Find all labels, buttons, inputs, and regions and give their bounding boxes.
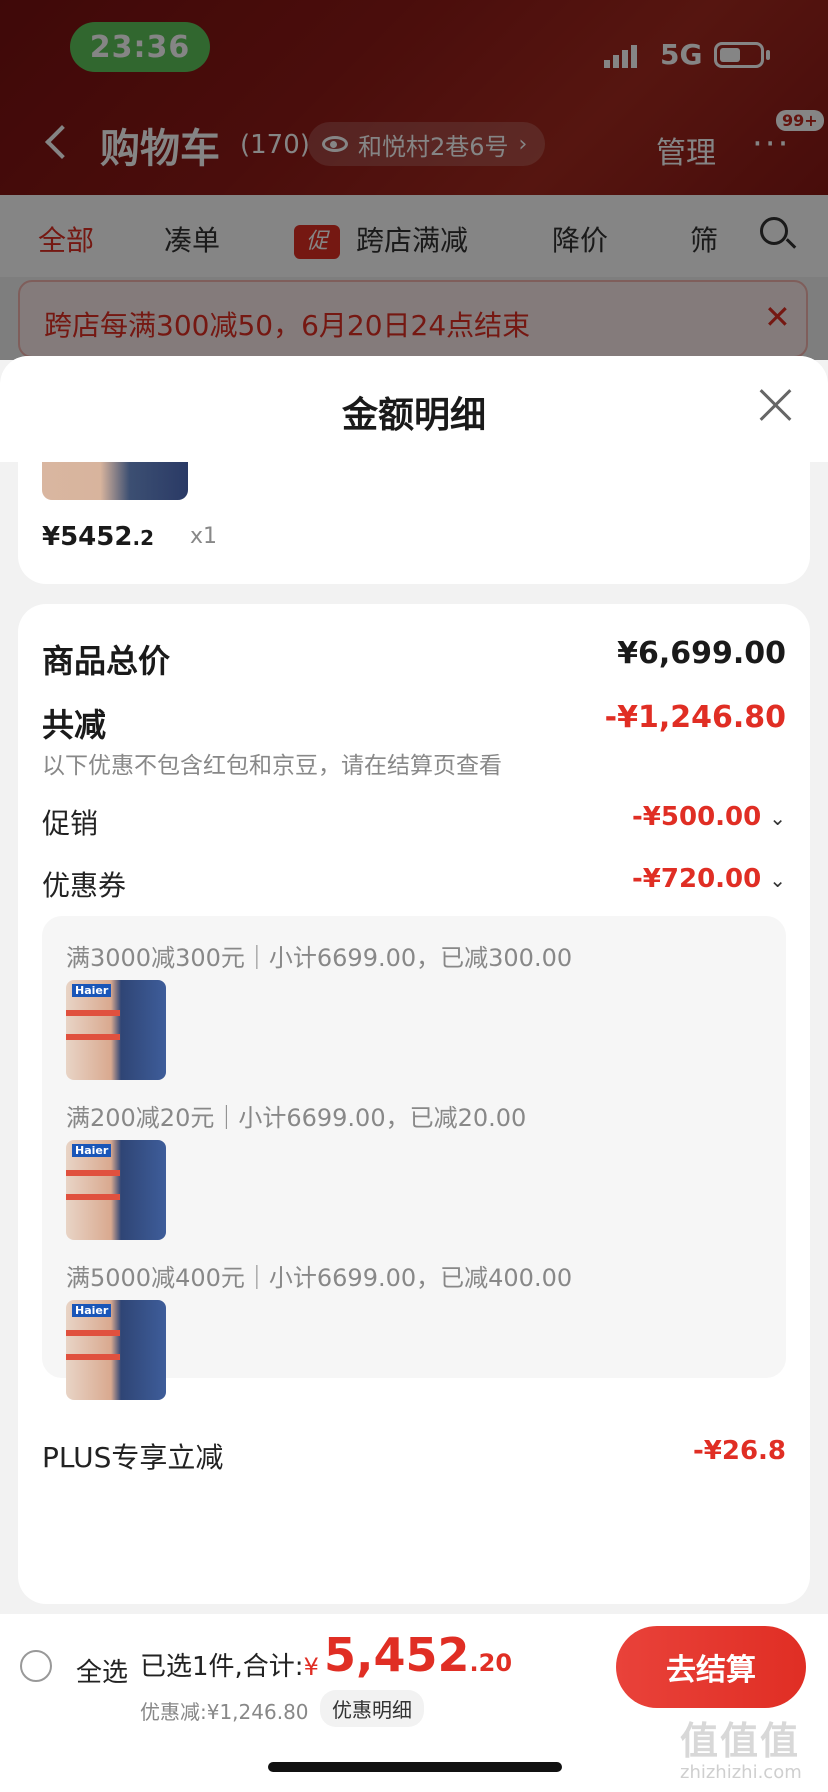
- coupon-line: 满200减20元｜小计6699.00，已减20.00: [66, 1104, 527, 1132]
- thumb-stripe: [66, 1170, 120, 1176]
- promo-value-text: -¥500.00: [632, 802, 762, 832]
- yen-sign: ¥: [303, 1653, 319, 1681]
- close-icon[interactable]: [756, 384, 796, 424]
- amount-detail-sheet: 金额明细 ¥5452.2 x1 商品总价 ¥6,699.00 共减 -¥1,24…: [0, 356, 828, 1792]
- promo-value: -¥500.00 ⌄: [632, 802, 786, 832]
- plus-value: -¥26.8: [692, 1436, 786, 1466]
- coupon-value: -¥720.00 ⌄: [632, 864, 786, 894]
- total-amount: 5,452.20: [324, 1628, 512, 1682]
- promo-row[interactable]: 促销 -¥500.00 ⌄: [42, 802, 786, 842]
- product-thumbnail[interactable]: [42, 462, 188, 500]
- selected-info-text: 已选1件,合计:: [140, 1652, 304, 1682]
- cart-page-background: 23:36 5G 购物车 (170) 和悦村2巷6号 › 管理 ··· 99+ …: [0, 0, 828, 360]
- total-value: ¥6,699.00: [617, 636, 786, 671]
- checkout-button[interactable]: 去结算: [616, 1626, 806, 1708]
- plus-row: PLUS专享立减 -¥26.8: [42, 1436, 786, 1476]
- plus-label: PLUS专享立减: [42, 1441, 224, 1474]
- select-all-radio[interactable]: [20, 1650, 52, 1682]
- brand-logo: Haier: [72, 984, 112, 997]
- home-indicator[interactable]: [268, 1762, 562, 1772]
- coupon-value-text: -¥720.00: [632, 864, 762, 894]
- coupon-row[interactable]: 优惠券 -¥720.00 ⌄: [42, 864, 786, 904]
- coupon-line: 满3000减300元｜小计6699.00，已减300.00: [66, 944, 573, 972]
- total-row: 商品总价 ¥6,699.00: [42, 636, 786, 680]
- brand-logo: Haier: [72, 1304, 112, 1317]
- thumb-stripe: [66, 1194, 120, 1200]
- discount-detail-button[interactable]: 优惠明细: [320, 1690, 424, 1727]
- thumb-stripe: [66, 1034, 120, 1040]
- total-amount-int: 5,452: [324, 1628, 470, 1682]
- coupon-line: 满5000减400元｜小计6699.00，已减400.00: [66, 1264, 573, 1292]
- sheet-header: 金额明细: [0, 356, 828, 462]
- thumb-stripe: [66, 1010, 120, 1016]
- select-all-label[interactable]: 全选: [76, 1652, 128, 1689]
- reduce-label: 共减: [42, 706, 107, 744]
- product-price-dec: .2: [132, 526, 154, 550]
- discount-note: 以下优惠不包含红包和京豆，请在结算页查看: [42, 753, 502, 779]
- brand-logo: Haier: [72, 1144, 112, 1157]
- product-qty: x1: [190, 524, 218, 549]
- promo-label: 促销: [42, 807, 99, 840]
- coupon-label: 优惠券: [42, 869, 127, 902]
- thumb-stripe: [66, 1330, 120, 1336]
- watermark-url: zhizhizhi.com: [680, 1762, 802, 1783]
- total-label: 商品总价: [42, 642, 171, 680]
- modal-dim-overlay[interactable]: [0, 0, 828, 360]
- reduce-value: -¥1,246.80: [604, 700, 786, 735]
- product-price: ¥5452.2: [42, 522, 154, 552]
- reduce-row: 共减 -¥1,246.80: [42, 700, 786, 744]
- thumb-stripe: [66, 1354, 120, 1360]
- product-card: ¥5452.2 x1: [18, 462, 810, 584]
- total-amount-dec: .20: [469, 1649, 513, 1677]
- price-summary-card: 商品总价 ¥6,699.00 共减 -¥1,246.80 以下优惠不包含红包和京…: [18, 604, 810, 1604]
- coupon-product-thumbnail[interactable]: Haier: [66, 980, 166, 1080]
- sheet-title: 金额明细: [341, 395, 486, 436]
- discount-amount: 优惠减:¥1,246.80: [140, 1700, 309, 1724]
- chevron-down-icon: ⌄: [769, 806, 786, 830]
- coupon-product-thumbnail[interactable]: Haier: [66, 1140, 166, 1240]
- coupon-detail-box: 满3000减300元｜小计6699.00，已减300.00 Haier 满200…: [42, 916, 786, 1400]
- product-price-int: ¥5452: [42, 522, 133, 552]
- selected-info: 已选1件,合计:¥: [140, 1646, 319, 1683]
- coupon-product-thumbnail[interactable]: Haier: [66, 1300, 166, 1400]
- watermark-logo: 值值值: [680, 1719, 801, 1763]
- chevron-down-icon: ⌄: [769, 868, 786, 892]
